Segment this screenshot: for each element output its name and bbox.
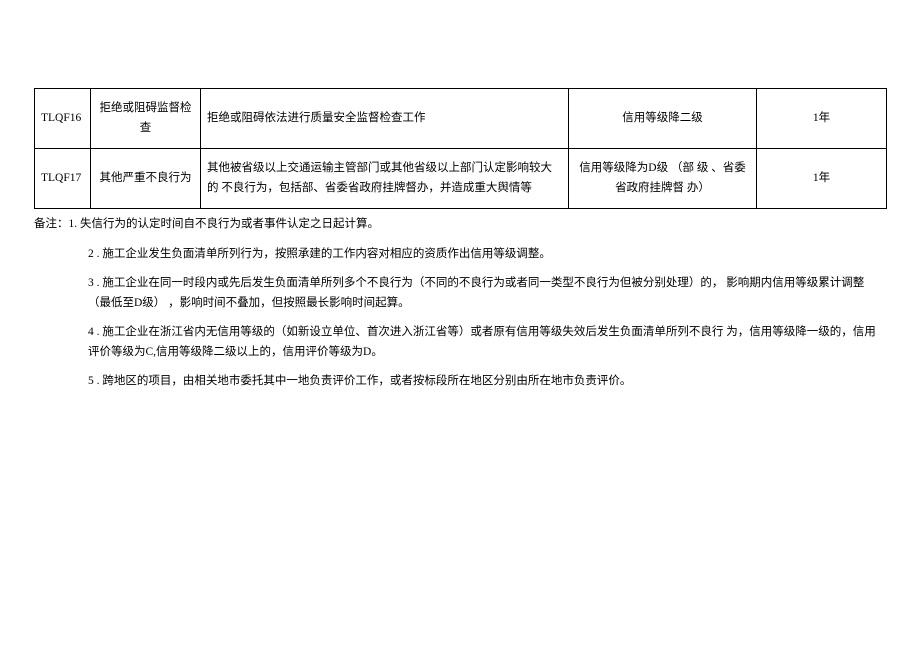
note-text: 3 . 施工企业在同一时段内或先后发生负面清单所列多个不良行为（不同的不良行为或… <box>88 277 864 309</box>
notes-section: 备注：1. 失信行为的认定时间自不良行为或者事件认定之日起计算。 2 . 施工企… <box>34 215 886 392</box>
note-text: 5 . 跨地区的项目，由相关地市委托其中一地负责评价工作，或者按标段所在地区分别… <box>88 375 631 387</box>
note-line: 2 . 施工企业发生负面清单所列行为，按照承建的工作内容对相应的资质作出信用等级… <box>34 245 886 265</box>
note-line: 4 . 施工企业在浙江省内无信用等级的（如新设立单位、首次进入浙江省等）或者原有… <box>34 323 886 362</box>
cell-category: 其他严重不良行为 <box>91 149 201 209</box>
note-line: 5 . 跨地区的项目，由相关地市委托其中一地负责评价工作，或者按标段所在地区分别… <box>34 372 886 392</box>
note-text: 2 . 施工企业发生负面清单所列行为，按照承建的工作内容对相应的资质作出信用等级… <box>88 248 551 260</box>
cell-duration: 1年 <box>757 149 887 209</box>
cell-description: 其他被省级以上交通运输主管部门或其他省级以上部门认定影响较大的 不良行为，包括部… <box>201 149 569 209</box>
cell-description: 拒绝或阻碍依法进行质量安全监督检查工作 <box>201 89 569 149</box>
table-row: TLQF16 拒绝或阻碍监督检查 拒绝或阻碍依法进行质量安全监督检查工作 信用等… <box>35 89 887 149</box>
cell-category: 拒绝或阻碍监督检查 <box>91 89 201 149</box>
cell-code: TLQF17 <box>35 149 91 209</box>
cell-duration: 1年 <box>757 89 887 149</box>
note-text: 1. 失信行为的认定时间自不良行为或者事件认定之日起计算。 <box>69 218 380 230</box>
note-text: 4 . 施工企业在浙江省内无信用等级的（如新设立单位、首次进入浙江省等）或者原有… <box>88 326 876 358</box>
cell-code: TLQF16 <box>35 89 91 149</box>
note-line: 备注：1. 失信行为的认定时间自不良行为或者事件认定之日起计算。 <box>34 215 886 235</box>
note-line: 3 . 施工企业在同一时段内或先后发生负面清单所列多个不良行为（不同的不良行为或… <box>34 274 886 313</box>
notes-prefix: 备注： <box>34 218 69 230</box>
table-row: TLQF17 其他严重不良行为 其他被省级以上交通运输主管部门或其他省级以上部门… <box>35 149 887 209</box>
cell-grade: 信用等级降为D级 （部 级 、省委省政府挂牌督 办） <box>569 149 757 209</box>
cell-grade: 信用等级降二级 <box>569 89 757 149</box>
credit-table: TLQF16 拒绝或阻碍监督检查 拒绝或阻碍依法进行质量安全监督检查工作 信用等… <box>34 88 887 209</box>
